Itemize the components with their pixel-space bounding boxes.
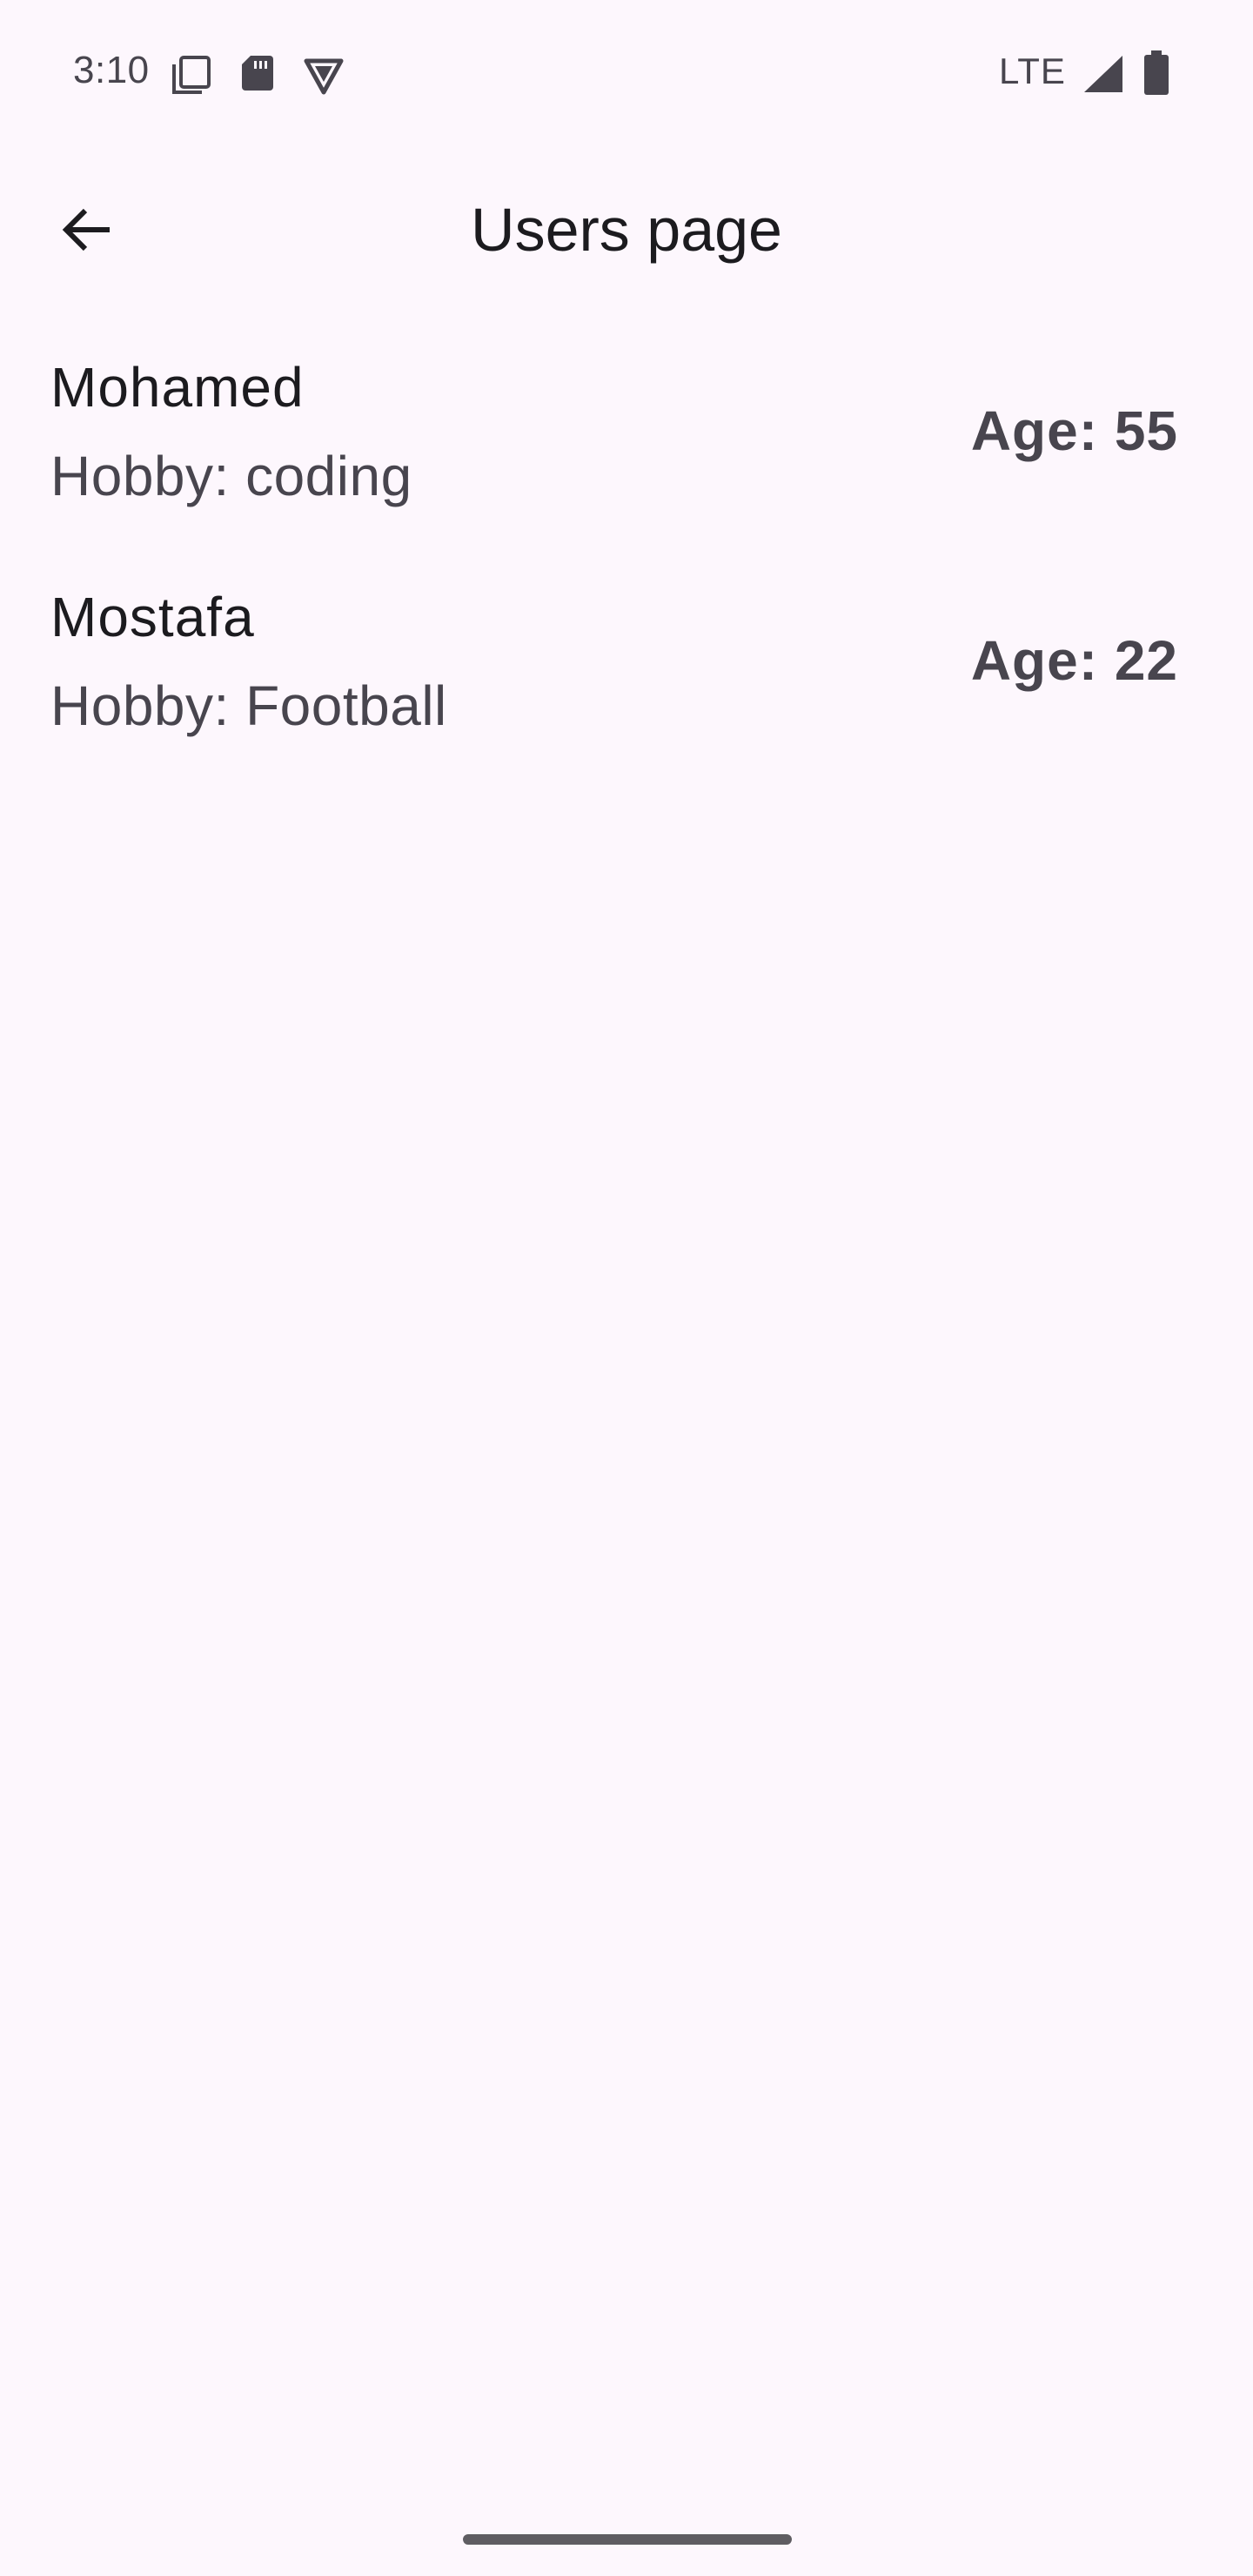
sd-card-icon <box>240 54 275 97</box>
status-time: 3:10 <box>73 49 150 91</box>
list-item[interactable]: Mohamed Hobby: coding Age: 55 <box>0 348 1253 578</box>
user-hobby: Hobby: coding <box>50 445 412 507</box>
user-age: Age: 22 <box>970 629 1178 692</box>
signal-icon <box>1082 54 1124 98</box>
vpn-shield-icon <box>303 54 345 100</box>
user-hobby: Hobby: Football <box>50 674 447 737</box>
battery-icon <box>1143 50 1169 100</box>
top-app-bar: Users page <box>0 174 1253 289</box>
home-gesture-bar[interactable] <box>463 2534 792 2545</box>
page-title: Users page <box>471 196 782 264</box>
user-name: Mohamed <box>50 356 305 419</box>
network-type: LTE <box>999 50 1066 91</box>
user-age: Age: 55 <box>970 399 1178 462</box>
list-item[interactable]: Mostafa Hobby: Football Age: 22 <box>0 578 1253 808</box>
user-name: Mostafa <box>50 586 255 648</box>
user-list: Mohamed Hobby: coding Age: 55 Mostafa Ho… <box>0 348 1253 808</box>
screenshot-icon <box>171 54 212 100</box>
status-bar: 3:10 LTE <box>0 0 1253 148</box>
